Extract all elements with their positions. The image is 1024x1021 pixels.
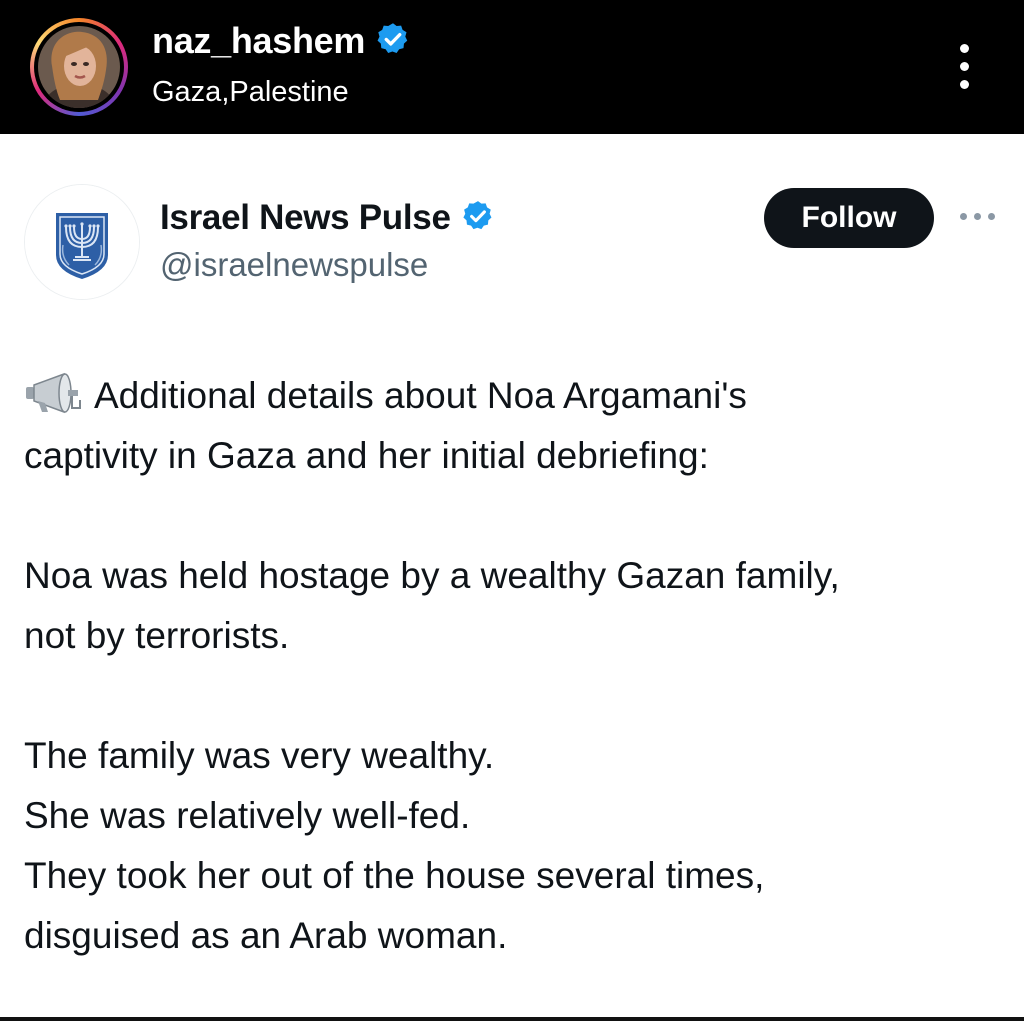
screenshot-frame: naz_hashem Gaza,Palestine Israel News Pu… — [0, 0, 1024, 1021]
tweet-author-row: Israel News Pulse — [160, 194, 495, 242]
instagram-username[interactable]: naz_hashem — [152, 20, 365, 62]
tweet-author-avatar[interactable] — [24, 184, 140, 300]
tweet-line: They took her out of the house several t… — [24, 855, 765, 896]
tweet-line: Additional details about Noa Argamani's — [24, 366, 1004, 426]
tweet-line: Noa was held hostage by a wealthy Gazan … — [24, 555, 840, 596]
tweet-line: captivity in Gaza and her initial debrie… — [24, 435, 709, 476]
tweet-line: She was relatively well-fed. — [24, 795, 471, 836]
bottom-divider — [0, 1017, 1024, 1021]
tweet-body: Additional details about Noa Argamani's … — [24, 366, 1004, 966]
megaphone-icon — [24, 370, 86, 416]
tweet-line: The family was very wealthy. — [24, 735, 495, 776]
profile-avatar[interactable] — [38, 26, 120, 108]
tweet-author-handle[interactable]: @israelnewspulse — [160, 246, 428, 284]
profile-avatar-ring[interactable] — [30, 18, 128, 116]
horizontal-dots-icon[interactable] — [958, 210, 998, 224]
tweet-line-text: Additional details about Noa Argamani's — [94, 375, 747, 416]
tweet-author-name[interactable]: Israel News Pulse — [160, 198, 451, 238]
verified-badge-icon — [461, 199, 495, 238]
tweet-line: not by terrorists. — [24, 615, 290, 656]
post-location[interactable]: Gaza,Palestine — [152, 76, 349, 109]
vertical-dots-icon[interactable] — [952, 42, 978, 92]
tweet-line: disguised as an Arab woman. — [24, 915, 508, 956]
menorah-emblem-icon — [25, 185, 139, 299]
instagram-header: naz_hashem Gaza,Palestine — [0, 0, 1024, 134]
username-row: naz_hashem — [152, 18, 411, 64]
verified-badge-icon — [375, 21, 411, 62]
follow-button[interactable]: Follow — [764, 188, 934, 248]
